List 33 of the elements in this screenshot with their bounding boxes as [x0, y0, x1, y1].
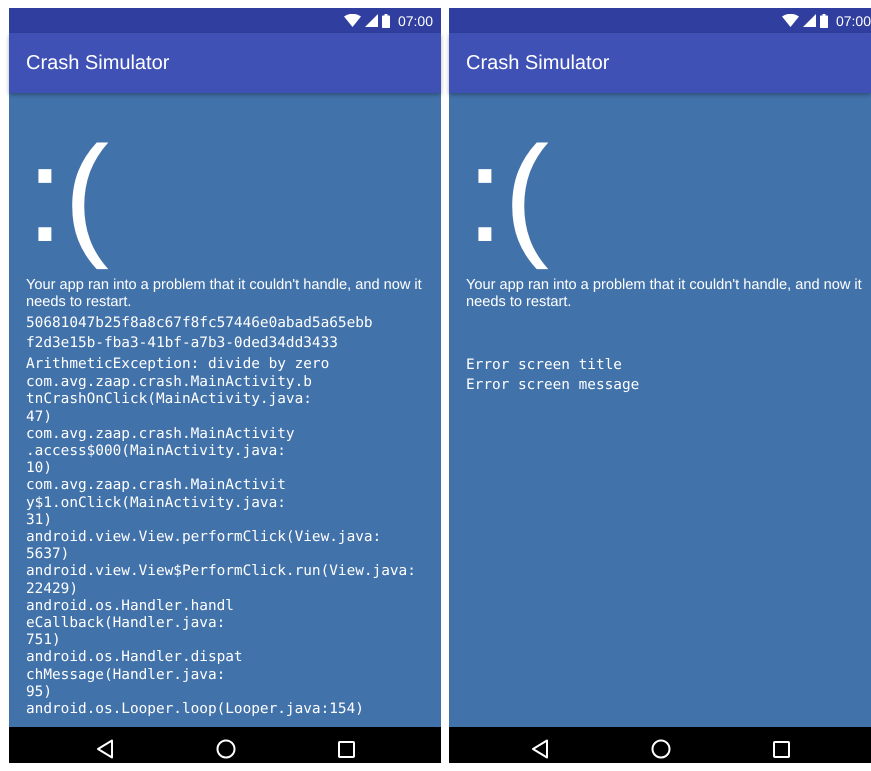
back-icon[interactable]: [96, 739, 114, 759]
status-time: 07:00: [836, 12, 871, 28]
back-icon[interactable]: [530, 739, 548, 759]
app-title: Crash Simulator: [26, 52, 170, 74]
battery-icon: [382, 14, 390, 28]
home-icon[interactable]: [650, 739, 670, 759]
recents-icon[interactable]: [772, 740, 790, 758]
stack-trace-line: android.os.Handler.handl eCallback(Handler.java: 751): [26, 598, 235, 650]
stack-trace-line: android.os.Looper.loop(Looper.java:154): [26, 701, 365, 718]
app-title: Crash Simulator: [466, 52, 610, 74]
error-detail: 50681047b25f8a8c67f8fc57446e0abad5a65ebb: [26, 314, 374, 333]
status-time: 07:00: [398, 12, 433, 28]
signal-icon: [802, 14, 816, 27]
stack-trace-line: com.avg.zaap.crash.MainActivity.b tnCrashOnClick(MainActivity.java: 47): [26, 374, 313, 426]
home-icon[interactable]: [216, 739, 236, 759]
recents-icon[interactable]: [338, 740, 354, 758]
sad-face-emoticon: :(: [26, 117, 110, 272]
error-detail: Error screen message: [466, 376, 640, 396]
wifi-icon: [344, 14, 361, 27]
stack-trace-line: com.avg.zaap.crash.MainActivity .access$000(MainActivity.java: 10): [26, 426, 296, 478]
error-detail: Error screen title: [466, 356, 623, 375]
error-detail: f2d3e15b-fba3-41bf-a7b3-0ded34dd3433: [26, 334, 339, 354]
stack-trace-line: com.avg.zaap.crash.MainActivit y$1.onClick(MainActivity.java: 31): [26, 477, 287, 530]
battery-icon: [820, 14, 828, 28]
error-detail: ArithmeticException: divide by zero: [26, 354, 330, 374]
stack-trace-line: android.view.View.performClick(View.java: 5637): [26, 529, 382, 564]
sad-face-emoticon: :(: [466, 117, 550, 272]
wifi-icon: [782, 14, 799, 27]
signal-icon: [364, 14, 378, 27]
error-message: Your app ran into a problem that it couldn't handle, and now it needs to restart.: [466, 277, 863, 311]
stack-trace-line: android.os.Handler.dispat chMessage(Handler.java: 95): [26, 649, 244, 702]
error-message: Your app ran into a problem that it couldn't handle, and now it needs to restart.: [26, 277, 423, 311]
stack-trace-line: android.view.View$PerformClick.run(View.java: 22429): [26, 563, 417, 598]
